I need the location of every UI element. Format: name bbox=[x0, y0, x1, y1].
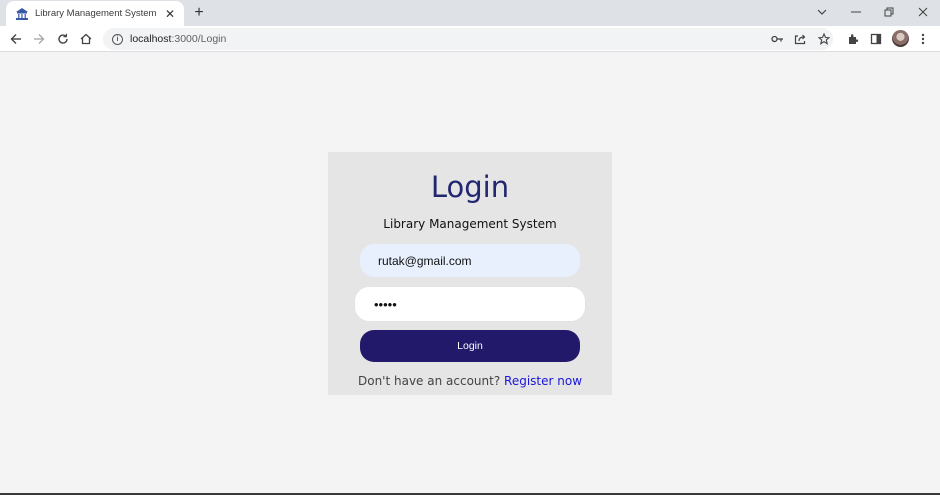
star-icon[interactable] bbox=[814, 29, 834, 49]
address-bar[interactable]: i localhost:3000/Login bbox=[103, 28, 833, 50]
home-icon[interactable] bbox=[76, 29, 96, 49]
restore-icon[interactable] bbox=[878, 2, 900, 22]
info-icon[interactable]: i bbox=[112, 33, 123, 45]
email-field[interactable] bbox=[360, 244, 580, 277]
browser-tab[interactable]: Library Management System ✕ bbox=[6, 1, 184, 26]
login-subtitle: Library Management System bbox=[383, 217, 557, 231]
key-icon[interactable] bbox=[767, 29, 787, 49]
chevron-down-icon[interactable] bbox=[811, 2, 833, 22]
register-prompt: Don't have an account? bbox=[357, 374, 501, 388]
window-close-icon[interactable] bbox=[912, 2, 934, 22]
login-card: Login Library Management System Login Do… bbox=[328, 152, 612, 395]
back-arrow-icon[interactable] bbox=[6, 29, 26, 49]
register-line: Don't have an account? Register now bbox=[328, 374, 612, 388]
tab-strip: Library Management System ✕ + bbox=[0, 0, 940, 26]
puzzle-icon[interactable] bbox=[843, 29, 863, 49]
login-title: Login bbox=[430, 170, 510, 204]
library-favicon-icon bbox=[15, 7, 29, 21]
plus-icon[interactable]: + bbox=[190, 4, 208, 22]
tab-title: Library Management System bbox=[35, 8, 157, 19]
close-icon[interactable]: ✕ bbox=[162, 6, 178, 22]
browser-toolbar: i localhost:3000/Login bbox=[0, 26, 940, 52]
reload-icon[interactable] bbox=[53, 29, 73, 49]
side-panel-icon[interactable] bbox=[866, 29, 886, 49]
url-path: :3000/Login bbox=[171, 33, 227, 45]
login-button[interactable]: Login bbox=[360, 330, 580, 362]
url-host: localhost bbox=[130, 33, 172, 45]
register-link[interactable]: Register now bbox=[504, 374, 582, 388]
forward-arrow-icon[interactable] bbox=[29, 29, 49, 49]
minimize-icon[interactable] bbox=[845, 2, 867, 22]
password-field[interactable] bbox=[354, 286, 586, 322]
share-icon[interactable] bbox=[790, 29, 810, 49]
profile-avatar[interactable] bbox=[892, 30, 909, 47]
kebab-menu-icon[interactable] bbox=[913, 29, 933, 49]
